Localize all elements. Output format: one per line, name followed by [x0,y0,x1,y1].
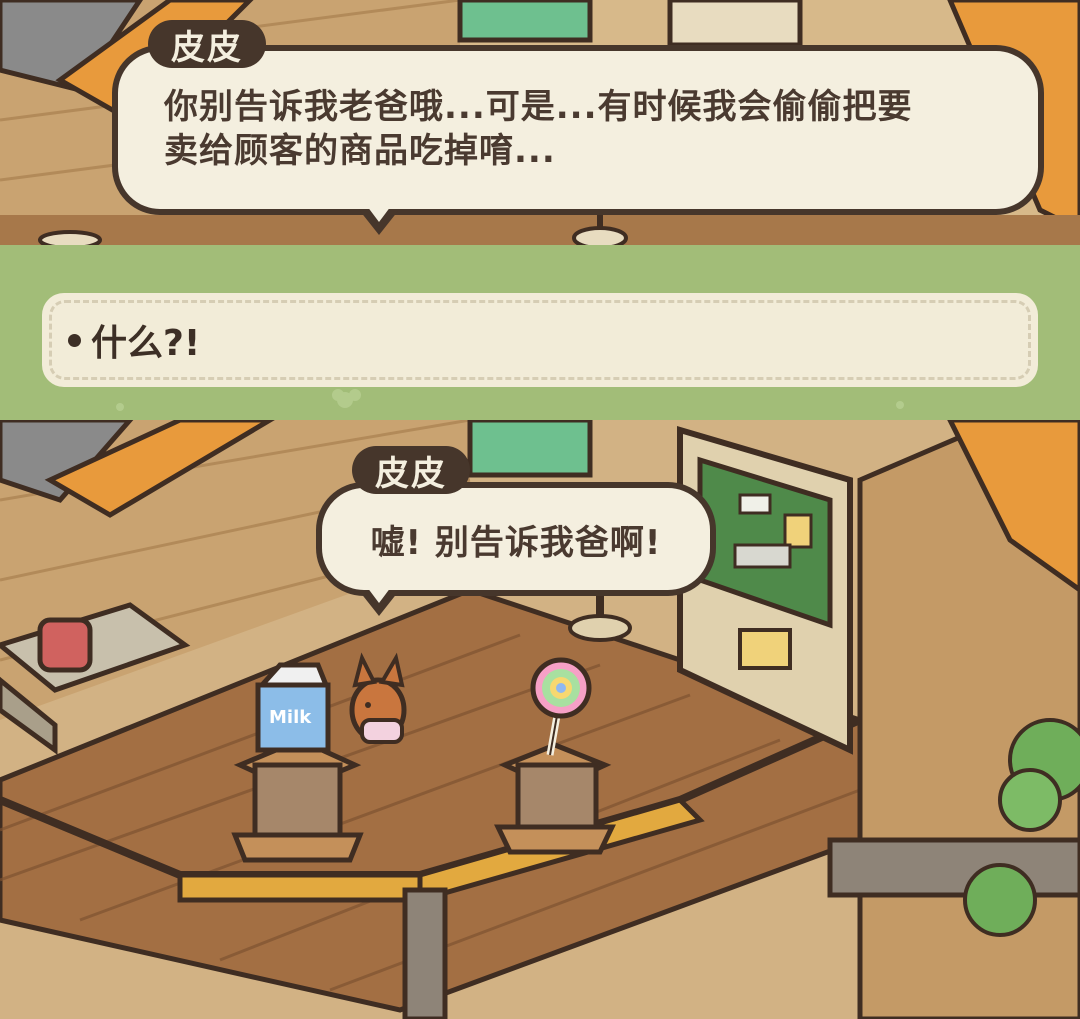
lamp-post-base [568,614,632,642]
dialogue-choice-option[interactable]: 什么?! [42,293,1038,387]
milk-stand [231,737,364,863]
window [467,420,593,478]
milk-carton-label: Milk [269,707,312,728]
dialogue-line-1: 你别告诉我老爸哦...可是...有时候我会偷偷把要 [164,87,913,127]
speech-bubble-tail [360,206,398,235]
game-screen: 你别告诉我老爸哦...可是...有时候我会偷偷把要 卖给顾客的商品吃掉唷... … [0,0,1080,1019]
table-edge [38,230,102,245]
fence-rail [827,837,1080,898]
milk-carton[interactable]: Milk [255,662,331,753]
window-top [457,0,593,43]
choice-label: 什么?! [91,323,201,364]
coffee-mug [37,617,93,673]
floor-strip [0,215,1080,245]
speech-bubble[interactable]: 嘘! 别告诉我爸啊! [316,482,716,596]
bottom-scene-panel: Milk 嘘! 别告诉我爸啊! 皮皮 [0,420,1080,1019]
speaker-name-tag: 皮皮 [148,20,266,68]
counter-edge [177,872,423,903]
lamp-base [572,226,628,245]
speaker-name-tag: 皮皮 [352,446,470,494]
dialogue-text: 嘘! 别告诉我爸啊! [370,522,662,563]
speech-bubble-tail [360,587,398,616]
support-post [402,887,448,1019]
speech-bubble[interactable]: 你别告诉我老爸哦...可是...有时候我会偷偷把要 卖给顾客的商品吃掉唷... [112,45,1044,215]
notice-board-edge [667,0,803,48]
notice-sign [738,628,792,670]
dialogue-line-2: 卖给顾客的商品吃掉唷... [164,131,556,171]
choice-panel: 什么?! [0,245,1080,420]
top-dialogue-panel: 你别告诉我老爸哦...可是...有时候我会偷偷把要 卖给顾客的商品吃掉唷... … [0,0,1080,245]
bullet-icon [68,333,81,347]
